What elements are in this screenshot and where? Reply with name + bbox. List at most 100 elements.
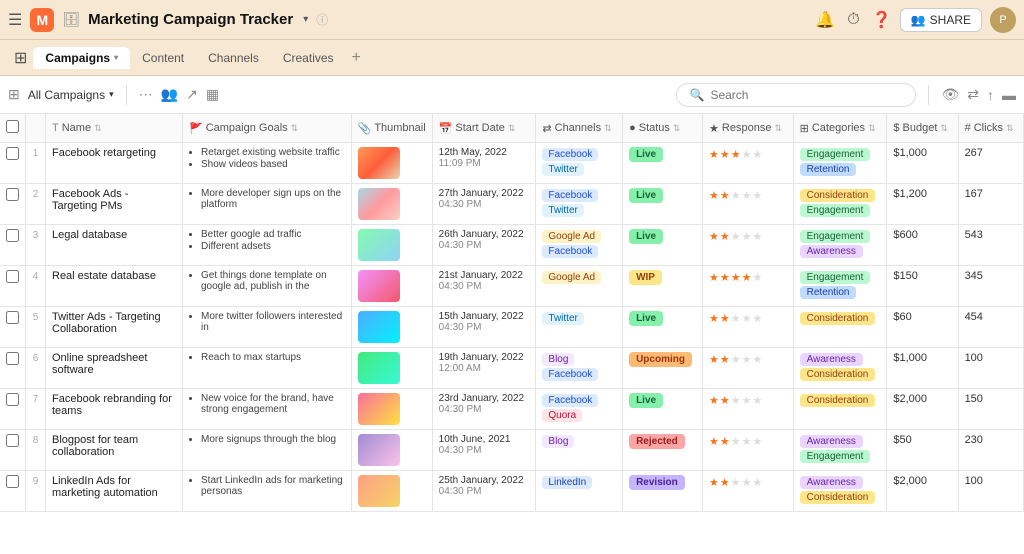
empty-star-icon[interactable]: ★	[742, 477, 753, 489]
options-icon[interactable]: ⋯	[139, 86, 153, 103]
filled-star-icon[interactable]: ★	[709, 436, 720, 448]
filled-star-icon[interactable]: ★	[720, 354, 731, 366]
help-icon[interactable]: ❓	[872, 10, 892, 30]
search-box[interactable]: 🔍	[676, 83, 916, 107]
campaign-name-cell[interactable]: Blogpost for team collaboration	[46, 430, 183, 471]
select-all-checkbox[interactable]	[6, 120, 19, 133]
filled-star-icon[interactable]: ★	[720, 190, 731, 202]
row-checkbox[interactable]	[6, 147, 19, 160]
row-checkbox-cell[interactable]	[0, 143, 26, 184]
share-button[interactable]: 👥 SHARE	[900, 8, 982, 32]
col-startdate[interactable]: 📅 Start Date ⇅	[432, 114, 536, 143]
categories-sort-icon[interactable]: ⇅	[868, 123, 876, 134]
sort-icon[interactable]: ↑	[987, 87, 994, 103]
clicks-sort-icon[interactable]: ⇅	[1006, 123, 1014, 134]
bell-icon[interactable]: 🔔	[815, 10, 835, 30]
empty-star-icon[interactable]: ★	[742, 436, 753, 448]
empty-star-icon[interactable]: ★	[742, 354, 753, 366]
view-selector[interactable]: All Campaigns ▾	[28, 88, 114, 102]
row-checkbox[interactable]	[6, 393, 19, 406]
empty-star-icon[interactable]: ★	[753, 477, 764, 489]
col-name[interactable]: T Name ⇅	[46, 114, 183, 143]
col-categories[interactable]: ⊞ Categories ⇅	[793, 114, 887, 143]
empty-star-icon[interactable]: ★	[731, 477, 742, 489]
empty-star-icon[interactable]: ★	[742, 149, 753, 161]
row-checkbox-cell[interactable]	[0, 307, 26, 348]
empty-star-icon[interactable]: ★	[742, 231, 753, 243]
empty-star-icon[interactable]: ★	[742, 190, 753, 202]
campaign-name-cell[interactable]: Facebook Ads - Targeting PMs	[46, 184, 183, 225]
filled-star-icon[interactable]: ★	[709, 272, 720, 284]
row-checkbox-cell[interactable]	[0, 266, 26, 307]
filled-star-icon[interactable]: ★	[731, 149, 742, 161]
tab-content[interactable]: Content	[130, 47, 196, 69]
people-icon[interactable]: 👥	[161, 86, 178, 103]
group-icon[interactable]: ⇄	[967, 86, 979, 103]
campaign-name-cell[interactable]: LinkedIn Ads for marketing automation	[46, 471, 183, 512]
filled-star-icon[interactable]: ★	[720, 313, 731, 325]
empty-star-icon[interactable]: ★	[742, 395, 753, 407]
filled-star-icon[interactable]: ★	[720, 395, 731, 407]
row-checkbox[interactable]	[6, 475, 19, 488]
row-checkbox[interactable]	[6, 311, 19, 324]
col-clicks[interactable]: # Clicks ⇅	[958, 114, 1023, 143]
layout-icon[interactable]: ▦	[206, 86, 219, 103]
col-budget[interactable]: $ Budget ⇅	[887, 114, 958, 143]
row-checkbox-cell[interactable]	[0, 471, 26, 512]
name-sort-icon[interactable]: ⇅	[94, 123, 102, 134]
filled-star-icon[interactable]: ★	[720, 231, 731, 243]
title-chevron-icon[interactable]: ▾	[303, 14, 308, 25]
empty-star-icon[interactable]: ★	[731, 395, 742, 407]
layout2-icon[interactable]: ▬	[1002, 87, 1016, 103]
filled-star-icon[interactable]: ★	[720, 436, 731, 448]
col-goals[interactable]: 🚩 Campaign Goals ⇅	[183, 114, 352, 143]
add-tab-icon[interactable]: +	[346, 49, 367, 67]
channels-sort-icon[interactable]: ⇅	[604, 123, 612, 134]
col-response[interactable]: ★ Response ⇅	[703, 114, 794, 143]
campaign-name-cell[interactable]: Facebook retargeting	[46, 143, 183, 184]
empty-star-icon[interactable]: ★	[753, 190, 764, 202]
row-checkbox-cell[interactable]	[0, 348, 26, 389]
tab-new[interactable]: ⊞	[8, 44, 33, 72]
row-checkbox-cell[interactable]	[0, 184, 26, 225]
empty-star-icon[interactable]: ★	[753, 149, 764, 161]
tab-creatives[interactable]: Creatives	[271, 47, 346, 69]
empty-star-icon[interactable]: ★	[753, 436, 764, 448]
filled-star-icon[interactable]: ★	[731, 272, 742, 284]
empty-star-icon[interactable]: ★	[753, 395, 764, 407]
status-sort-icon[interactable]: ⇅	[673, 123, 681, 134]
tab-channels[interactable]: Channels	[196, 47, 271, 69]
campaign-name-cell[interactable]: Facebook rebranding for teams	[46, 389, 183, 430]
filled-star-icon[interactable]: ★	[720, 272, 731, 284]
row-checkbox[interactable]	[6, 352, 19, 365]
empty-star-icon[interactable]: ★	[742, 313, 753, 325]
empty-star-icon[interactable]: ★	[731, 190, 742, 202]
row-checkbox[interactable]	[6, 270, 19, 283]
empty-star-icon[interactable]: ★	[753, 231, 764, 243]
filled-star-icon[interactable]: ★	[709, 477, 720, 489]
filled-star-icon[interactable]: ★	[709, 190, 720, 202]
empty-star-icon[interactable]: ★	[731, 436, 742, 448]
search-input[interactable]	[710, 88, 903, 102]
hamburger-icon[interactable]: ☰	[8, 10, 22, 30]
filled-star-icon[interactable]: ★	[709, 395, 720, 407]
goals-sort-icon[interactable]: ⇅	[291, 123, 299, 134]
row-checkbox[interactable]	[6, 188, 19, 201]
col-status[interactable]: ● Status ⇅	[623, 114, 703, 143]
filled-star-icon[interactable]: ★	[709, 149, 720, 161]
campaign-name-cell[interactable]: Legal database	[46, 225, 183, 266]
col-check[interactable]	[0, 114, 26, 143]
filled-star-icon[interactable]: ★	[742, 272, 753, 284]
filled-star-icon[interactable]: ★	[720, 149, 731, 161]
filled-star-icon[interactable]: ★	[720, 477, 731, 489]
campaign-name-cell[interactable]: Twitter Ads - Targeting Collaboration	[46, 307, 183, 348]
empty-star-icon[interactable]: ★	[753, 313, 764, 325]
campaign-name-cell[interactable]: Real estate database	[46, 266, 183, 307]
response-sort-icon[interactable]: ⇅	[774, 123, 782, 134]
empty-star-icon[interactable]: ★	[753, 272, 764, 284]
empty-star-icon[interactable]: ★	[731, 231, 742, 243]
empty-star-icon[interactable]: ★	[731, 354, 742, 366]
filter-icon[interactable]: 👁	[941, 86, 959, 103]
col-channels[interactable]: ⇄ Channels ⇅	[536, 114, 623, 143]
tab-campaigns[interactable]: Campaigns ▾	[33, 47, 130, 69]
